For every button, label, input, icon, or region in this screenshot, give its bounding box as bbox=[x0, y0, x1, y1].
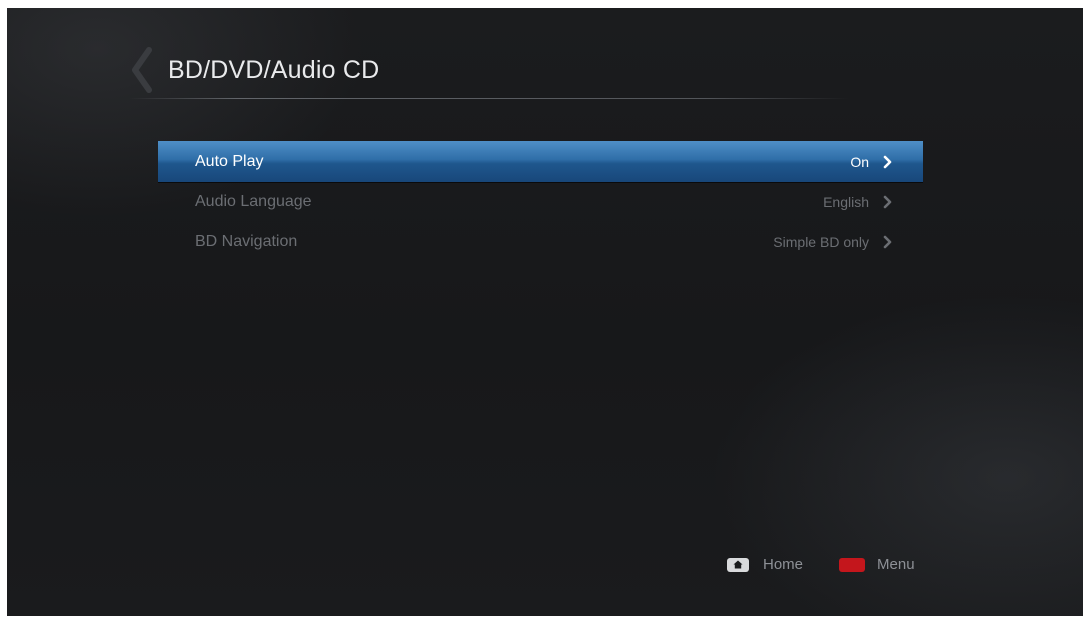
remote-hint-bar: Home Menu bbox=[727, 556, 915, 573]
back-chevron-icon[interactable] bbox=[129, 46, 153, 94]
chevron-right-icon bbox=[883, 155, 892, 168]
chevron-right-icon bbox=[883, 235, 892, 249]
menu-item-audio-language[interactable]: Audio Language English bbox=[158, 182, 923, 222]
menu-item-value: On bbox=[850, 153, 869, 170]
red-menu-key-icon[interactable] bbox=[839, 557, 866, 572]
home-key-icon[interactable] bbox=[727, 557, 749, 572]
menu-item-bd-navigation[interactable]: BD Navigation Simple BD only bbox=[158, 222, 923, 262]
menu-item-label: Audio Language bbox=[195, 193, 312, 210]
house-icon bbox=[733, 560, 743, 569]
menu-item-label: Auto Play bbox=[195, 152, 264, 170]
menu-label: Menu bbox=[877, 556, 915, 573]
header-divider bbox=[129, 98, 849, 99]
chevron-right-icon bbox=[883, 195, 892, 209]
tv-screen: BD/DVD/Audio CD Auto Play On Audio Langu… bbox=[7, 8, 1083, 616]
menu-item-value: English bbox=[823, 194, 869, 210]
menu-item-auto-play[interactable]: Auto Play On bbox=[158, 141, 923, 182]
menu-item-label: BD Navigation bbox=[195, 233, 298, 250]
home-label: Home bbox=[763, 556, 804, 573]
settings-menu: Auto Play On Audio Language English BD N… bbox=[158, 141, 923, 262]
menu-item-value: Simple BD only bbox=[773, 234, 869, 250]
page-title: BD/DVD/Audio CD bbox=[168, 56, 380, 84]
